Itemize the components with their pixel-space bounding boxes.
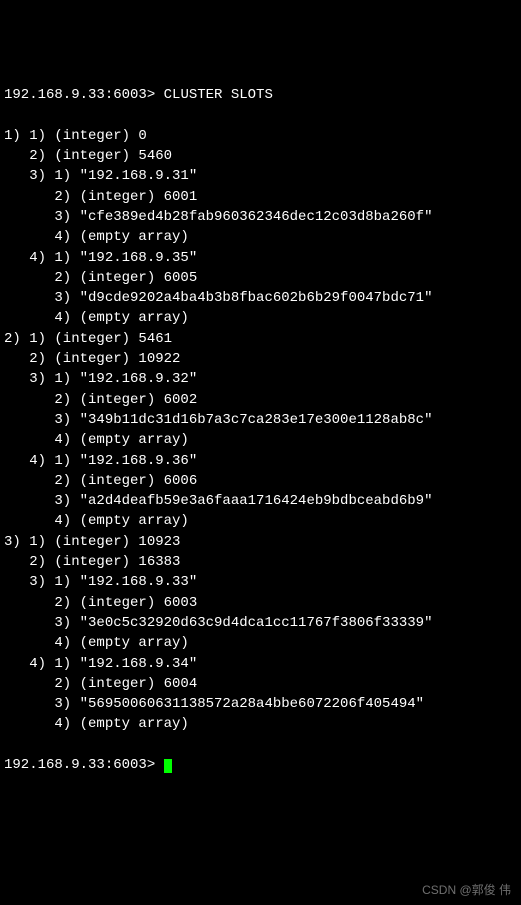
output-line: 2) (integer) 6006 [4, 471, 517, 491]
cursor-icon [164, 759, 172, 773]
output-line: 4) (empty array) [4, 633, 517, 653]
output-line: 4) (empty array) [4, 714, 517, 734]
output-line: 2) (integer) 6005 [4, 268, 517, 288]
output-line: 2) 1) (integer) 5461 [4, 329, 517, 349]
prompt: 192.168.9.33:6003> [4, 87, 155, 103]
output-line: 4) (empty array) [4, 511, 517, 531]
output-line: 2) (integer) 6003 [4, 593, 517, 613]
output-line: 2) (integer) 5460 [4, 146, 517, 166]
output-line: 2) (integer) 6004 [4, 674, 517, 694]
output-line: 3) 1) (integer) 10923 [4, 532, 517, 552]
output-line: 3) 1) "192.168.9.33" [4, 572, 517, 592]
output-line: 3) "3e0c5c32920d63c9d4dca1cc11767f3806f3… [4, 613, 517, 633]
output-line: 3) "56950060631138572a28a4bbe6072206f405… [4, 694, 517, 714]
command-text: CLUSTER SLOTS [164, 87, 273, 103]
prompt-line[interactable]: 192.168.9.33:6003> [4, 755, 517, 775]
output-line: 2) (integer) 6001 [4, 187, 517, 207]
prompt: 192.168.9.33:6003> [4, 757, 155, 773]
command-output: 1) 1) (integer) 0 2) (integer) 5460 3) 1… [4, 126, 517, 735]
output-line: 4) 1) "192.168.9.36" [4, 451, 517, 471]
output-line: 4) (empty array) [4, 308, 517, 328]
output-line: 2) (integer) 6002 [4, 390, 517, 410]
output-line: 3) "d9cde9202a4ba4b3b8fbac602b6b29f0047b… [4, 288, 517, 308]
output-line: 4) (empty array) [4, 227, 517, 247]
output-line: 3) "cfe389ed4b28fab960362346dec12c03d8ba… [4, 207, 517, 227]
output-line: 1) 1) (integer) 0 [4, 126, 517, 146]
command-line: 192.168.9.33:6003> CLUSTER SLOTS [4, 85, 517, 105]
watermark: CSDN @郭俊 伟 [422, 882, 511, 899]
output-line: 3) "a2d4deafb59e3a6faaa1716424eb9bdbceab… [4, 491, 517, 511]
output-line: 3) 1) "192.168.9.31" [4, 166, 517, 186]
output-line: 4) 1) "192.168.9.35" [4, 248, 517, 268]
output-line: 3) 1) "192.168.9.32" [4, 369, 517, 389]
output-line: 4) (empty array) [4, 430, 517, 450]
output-line: 3) "349b11dc31d16b7a3c7ca283e17e300e1128… [4, 410, 517, 430]
output-line: 4) 1) "192.168.9.34" [4, 654, 517, 674]
output-line: 2) (integer) 16383 [4, 552, 517, 572]
output-line: 2) (integer) 10922 [4, 349, 517, 369]
